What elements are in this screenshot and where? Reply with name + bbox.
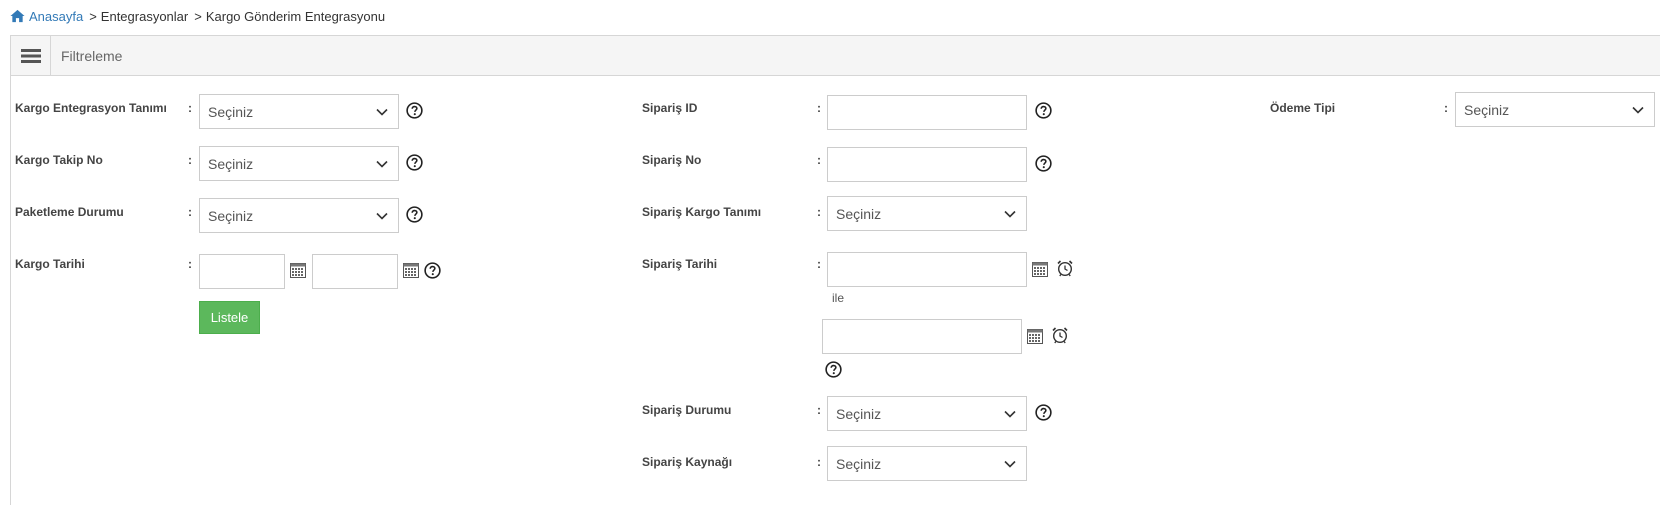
siparis-tarihi-end-input[interactable] <box>822 319 1022 354</box>
listele-button[interactable]: Listele <box>199 301 260 334</box>
colon: : <box>817 101 821 115</box>
help-icon[interactable] <box>424 262 441 279</box>
breadcrumb-item-entegrasyonlar[interactable]: Entegrasyonlar <box>101 9 188 24</box>
siparis-kargo-select[interactable]: Seçiniz <box>827 196 1027 231</box>
breadcrumb-separator: > <box>89 8 97 24</box>
kargo-tarihi-start-input[interactable] <box>199 254 285 289</box>
colon: : <box>817 455 821 469</box>
odeme-tipi-label: Ödeme Tipi <box>1270 101 1336 115</box>
home-icon <box>10 9 25 23</box>
kargo-entegrasyon-select[interactable]: Seçiniz <box>199 94 399 129</box>
chevron-down-icon <box>376 108 388 116</box>
colon: : <box>1444 101 1448 115</box>
kargo-entegrasyon-label: Kargo Entegrasyon Tanımı <box>15 101 167 115</box>
alarm-clock-icon[interactable] <box>1056 259 1074 277</box>
chevron-down-icon <box>1004 410 1016 418</box>
panel-title: Filtreleme <box>61 47 123 64</box>
select-value: Seçiniz <box>208 207 254 224</box>
select-value: Seçiniz <box>208 155 254 172</box>
paketleme-durumu-label: Paketleme Durumu <box>15 205 124 219</box>
select-value: Seçiniz <box>836 405 882 422</box>
kargo-tarihi-label: Kargo Tarihi <box>15 257 85 271</box>
siparis-kaynagi-label: Sipariş Kaynağı <box>642 455 733 469</box>
colon: : <box>817 257 821 271</box>
select-value: Seçiniz <box>836 205 882 222</box>
paketleme-durumu-select[interactable]: Seçiniz <box>199 198 399 233</box>
breadcrumb: Anasayfa > Entegrasyonlar > Kargo Gönder… <box>10 7 385 25</box>
siparis-id-input[interactable] <box>827 95 1027 130</box>
colon: : <box>188 101 192 115</box>
colon: : <box>188 257 192 271</box>
help-icon[interactable] <box>406 206 423 223</box>
calendar-icon[interactable] <box>1032 262 1048 277</box>
breadcrumb-item-current: Kargo Gönderim Entegrasyonu <box>205 8 386 24</box>
select-value: Seçiniz <box>836 455 882 472</box>
help-icon[interactable] <box>825 361 842 378</box>
chevron-down-icon <box>376 160 388 168</box>
select-value: Seçiniz <box>208 103 254 120</box>
help-icon[interactable] <box>1035 404 1052 421</box>
siparis-tarihi-label: Sipariş Tarihi <box>642 257 718 271</box>
hamburger-icon <box>20 48 41 63</box>
chevron-down-icon <box>1004 210 1016 218</box>
help-icon[interactable] <box>406 102 423 119</box>
calendar-icon[interactable] <box>1027 329 1043 344</box>
colon: : <box>817 205 821 219</box>
colon: : <box>817 153 821 167</box>
chevron-down-icon <box>1004 460 1016 468</box>
calendar-icon[interactable] <box>290 263 306 278</box>
siparis-durumu-select[interactable]: Seçiniz <box>827 396 1027 431</box>
siparis-no-label: Sipariş No <box>642 153 702 167</box>
help-icon[interactable] <box>1035 102 1052 119</box>
breadcrumb-separator: > <box>194 8 202 24</box>
siparis-kaynagi-select[interactable]: Seçiniz <box>827 446 1027 481</box>
colon: : <box>188 205 192 219</box>
calendar-icon[interactable] <box>403 263 419 278</box>
breadcrumb-home-link[interactable]: Anasayfa <box>10 9 83 24</box>
colon: : <box>817 403 821 417</box>
chevron-down-icon <box>376 212 388 220</box>
siparis-no-input[interactable] <box>827 147 1027 182</box>
kargo-takip-select[interactable]: Seçiniz <box>199 146 399 181</box>
siparis-kargo-label: Sipariş Kargo Tanımı <box>642 205 762 219</box>
help-icon[interactable] <box>1035 155 1052 172</box>
kargo-takip-label: Kargo Takip No <box>15 153 103 167</box>
siparis-id-label: Sipariş ID <box>642 101 698 115</box>
odeme-tipi-select[interactable]: Seçiniz <box>1455 92 1655 127</box>
range-separator-label: ile <box>832 291 845 305</box>
siparis-durumu-label: Sipariş Durumu <box>642 403 732 417</box>
kargo-tarihi-end-input[interactable] <box>312 254 398 289</box>
select-value: Seçiniz <box>1464 101 1510 118</box>
help-icon[interactable] <box>406 154 423 171</box>
alarm-clock-icon[interactable] <box>1051 326 1069 344</box>
menu-toggle-button[interactable] <box>11 36 51 75</box>
colon: : <box>188 153 192 167</box>
breadcrumb-home-label: Anasayfa <box>29 8 84 24</box>
chevron-down-icon <box>1632 106 1644 114</box>
filter-panel-header: Filtreleme <box>11 36 1660 76</box>
siparis-tarihi-start-input[interactable] <box>827 252 1027 287</box>
